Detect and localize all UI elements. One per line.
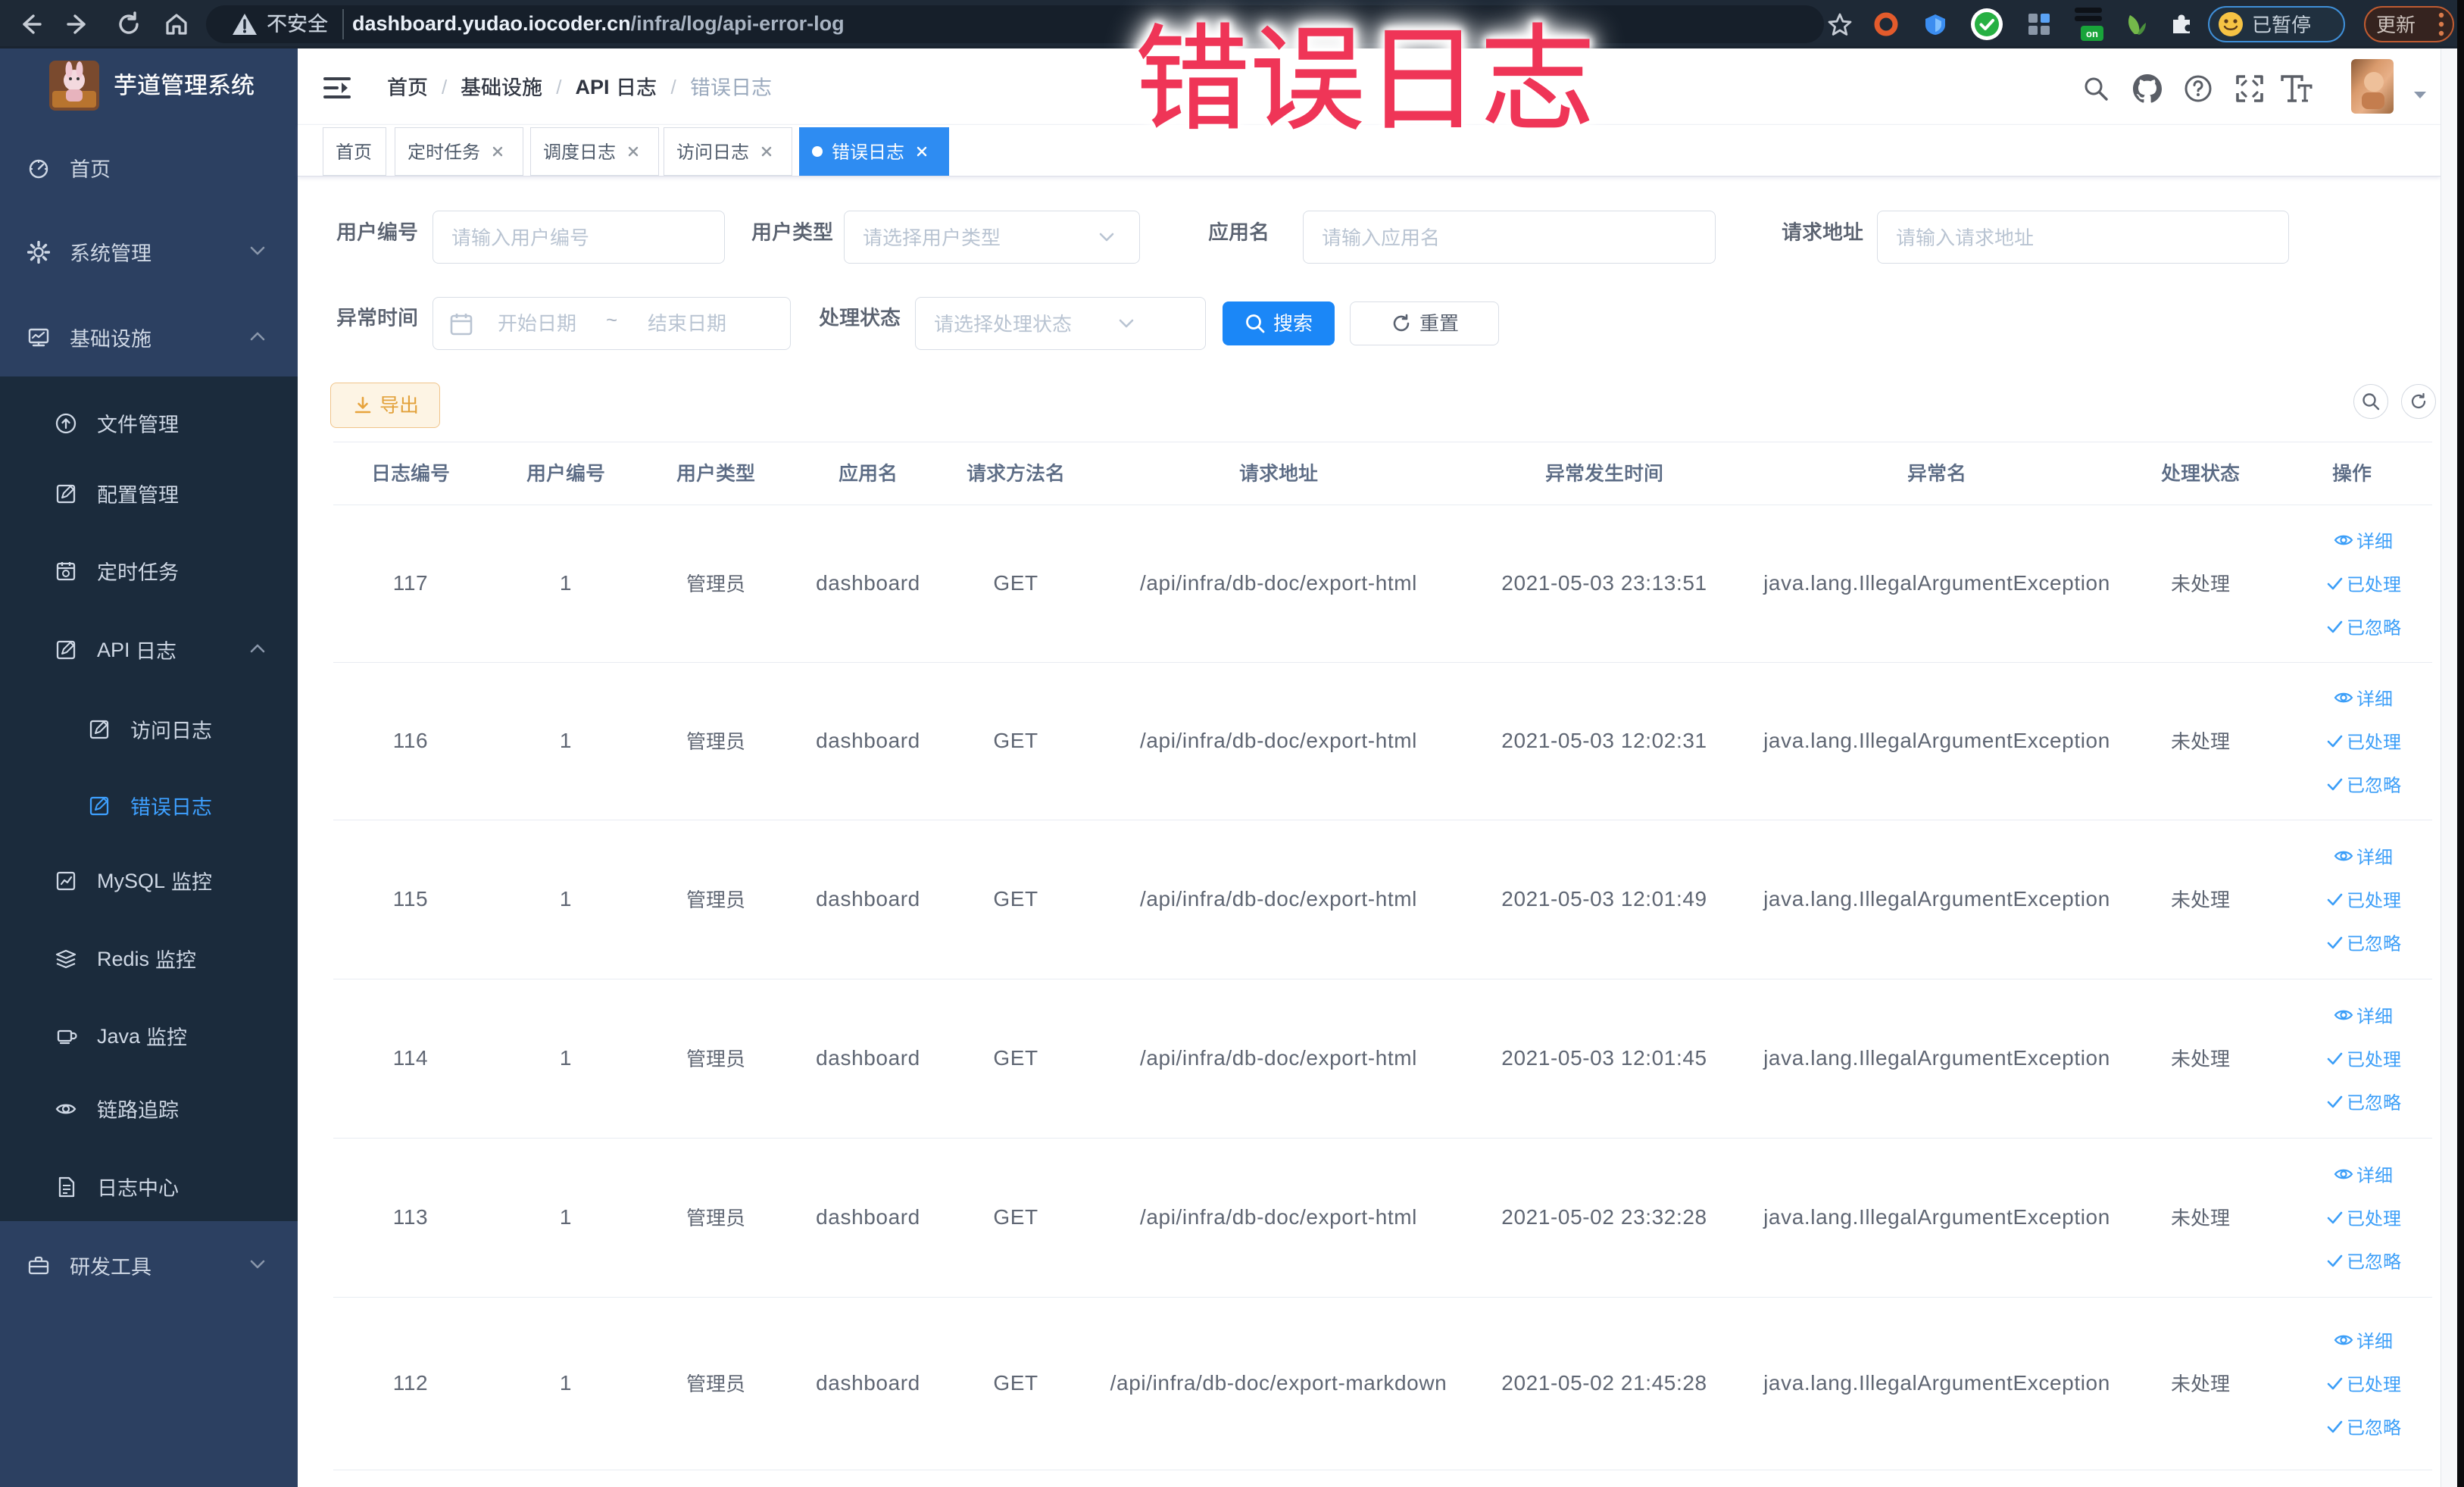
svg-text:on: on bbox=[2086, 28, 2098, 39]
